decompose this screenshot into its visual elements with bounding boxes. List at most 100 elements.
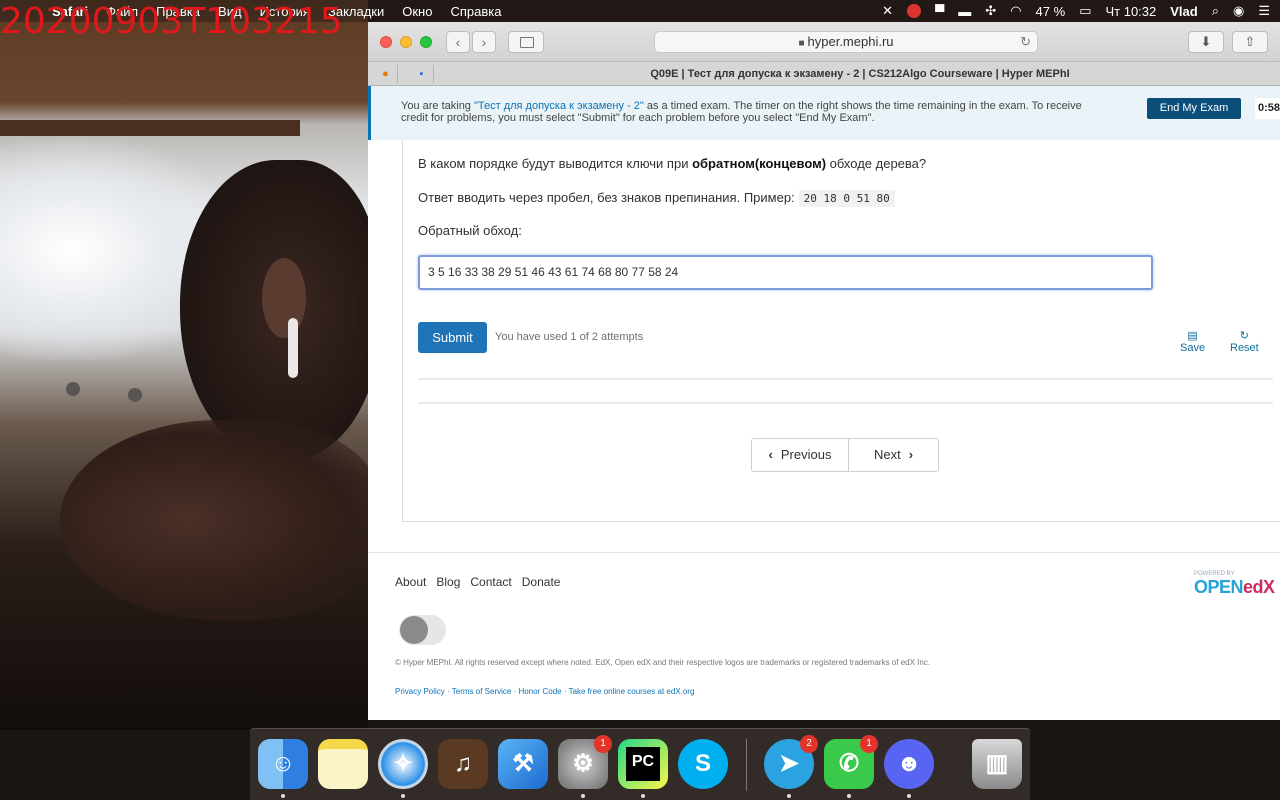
bluetooth-icon[interactable]: ✣: [985, 3, 996, 19]
notification-center-icon[interactable]: ☰: [1258, 3, 1270, 19]
pycharm-icon: PC: [626, 747, 660, 781]
save-icon: ▤: [1187, 330, 1198, 342]
question-text: В каком порядке будут выводится ключи пр…: [418, 156, 926, 171]
trash-icon: ▥: [985, 750, 1009, 777]
forward-button[interactable]: ›: [472, 31, 496, 53]
share-icon: ⇧: [1244, 34, 1256, 49]
webcam-person-hand: [60, 420, 368, 620]
flag-icon[interactable]: ▬: [958, 4, 971, 19]
end-my-exam-button[interactable]: End My Exam: [1147, 98, 1241, 119]
answer-input[interactable]: 3 5 16 33 38 29 51 46 43 61 74 68 80 77 …: [418, 255, 1153, 290]
footer-link-blog[interactable]: Blog: [436, 575, 460, 589]
pinned-tab-2[interactable]: ▪: [410, 65, 434, 83]
answer-label: Обратный обход:: [418, 223, 522, 238]
wifi-icon[interactable]: ◠: [1010, 3, 1021, 19]
battery-icon[interactable]: ▭: [1079, 3, 1091, 19]
exam-banner-prefix: You are taking: [401, 100, 474, 112]
exam-link[interactable]: "Тест для допуска к экзамену - 2": [474, 100, 644, 112]
running-indicator: [787, 794, 791, 798]
notes-icon: [318, 749, 368, 799]
save-button[interactable]: ▤ Save: [1180, 330, 1205, 354]
footer-legal-links: Privacy Policy · Terms of Service · Hono…: [395, 687, 695, 696]
siri-icon[interactable]: ◉: [1233, 3, 1244, 19]
previous-label: Previous: [780, 447, 832, 462]
openedx-logo: OPENedX: [1194, 577, 1275, 598]
recording-timestamp: 20200903T103215: [0, 1, 343, 42]
footer-link-contact[interactable]: Contact: [470, 575, 511, 589]
menu-clock[interactable]: Чт 10:32: [1105, 4, 1156, 19]
terms-of-service-link[interactable]: Terms of Service: [452, 687, 512, 696]
privacy-policy-link[interactable]: Privacy Policy: [395, 687, 445, 696]
finder-icon: ☺: [270, 750, 296, 777]
back-button[interactable]: ‹: [446, 31, 470, 53]
guitar-icon: ♫: [454, 750, 472, 777]
tools-icon[interactable]: ✕: [882, 3, 893, 19]
answer-format-hint: Ответ вводить через пробел, без знаков п…: [418, 190, 895, 207]
chevron-left-icon: ‹: [455, 34, 461, 50]
share-button[interactable]: ⇧: [1232, 31, 1268, 53]
footer-link-donate[interactable]: Donate: [522, 575, 561, 589]
spotlight-icon[interactable]: ⌕: [1212, 3, 1219, 19]
chevron-right-icon: ›: [908, 447, 914, 462]
reset-button[interactable]: ↻ Reset: [1230, 330, 1259, 354]
lock-icon: ■: [798, 38, 805, 49]
menu-item-help[interactable]: Справка: [450, 4, 501, 19]
powered-by-openedx-logo[interactable]: POWERED BY OPENedX: [1194, 571, 1275, 598]
footer-link-about[interactable]: About: [395, 575, 426, 589]
webcam-feed: [0, 0, 368, 730]
attempts-text: You have used 1 of 2 attempts: [495, 331, 644, 343]
previous-button[interactable]: ‹ Previous: [752, 439, 849, 471]
skype-icon: S: [694, 750, 711, 777]
edx-courses-link[interactable]: Take free online courses at edX.org: [569, 687, 695, 696]
minimize-window-button[interactable]: [400, 36, 412, 48]
logo-edx: edX: [1243, 577, 1275, 597]
exam-banner-message: You are taking "Тест для допуска к экзам…: [401, 100, 1101, 124]
url-text: hyper.mephi.ru: [807, 34, 894, 49]
dock-finder[interactable]: ☺: [258, 739, 308, 789]
zoom-window-button[interactable]: [420, 36, 432, 48]
hammer-icon: ⚒: [512, 750, 534, 777]
downloads-button[interactable]: ⬇: [1188, 31, 1224, 53]
honor-code-link[interactable]: Honor Code: [518, 687, 561, 696]
chevron-left-icon: ‹: [768, 447, 773, 462]
menu-user[interactable]: Vlad: [1170, 4, 1197, 19]
dock-skype[interactable]: S: [678, 739, 728, 789]
dock-telegram[interactable]: ➤ 2: [764, 735, 818, 789]
question-text-bold: обратном(концевом): [692, 156, 827, 171]
toggle-knob: [400, 616, 428, 644]
next-button[interactable]: Next ›: [849, 439, 938, 471]
dock-trash[interactable]: ▥: [972, 739, 1022, 789]
sidebar-toggle-button[interactable]: [508, 31, 544, 53]
webcam-object: [128, 388, 142, 402]
battery-percent[interactable]: 47 %: [1036, 4, 1066, 19]
dock-pycharm[interactable]: PC: [618, 739, 668, 789]
active-tab-title[interactable]: Q09E | Тест для допуска к экзамену - 2 |…: [440, 62, 1280, 86]
menu-item-window[interactable]: Окно: [402, 4, 432, 19]
running-indicator: [401, 794, 405, 798]
webcam-earbud: [288, 318, 298, 378]
dock-system-preferences[interactable]: ⚙ 1: [558, 735, 612, 789]
pinned-tab-1[interactable]: ●: [374, 65, 398, 83]
running-indicator: [847, 794, 851, 798]
running-indicator: [641, 794, 645, 798]
reload-icon[interactable]: ↻: [1020, 32, 1031, 52]
divider: [418, 402, 1273, 404]
hint-text: Ответ вводить через пробел, без знаков п…: [418, 190, 795, 205]
timed-exam-banner: You are taking "Тест для допуска к экзам…: [368, 86, 1280, 140]
dock-xcode[interactable]: ⚒: [498, 739, 548, 789]
dock-discord[interactable]: ☻: [884, 739, 934, 789]
reset-icon: ↻: [1239, 330, 1249, 342]
dock-garageband[interactable]: ♫: [438, 739, 488, 789]
download-icon: ⬇: [1200, 34, 1212, 49]
dock-notes[interactable]: [318, 739, 368, 789]
question-text-end: обходе дерева?: [826, 156, 927, 171]
message-icon[interactable]: ▀: [935, 4, 944, 19]
close-window-button[interactable]: [380, 36, 392, 48]
submit-button[interactable]: Submit: [418, 322, 487, 353]
dock-facetime[interactable]: ✆ 1: [824, 735, 878, 789]
dock: ☺ ✧ ♫ ⚒ ⚙ 1 PC S ➤ 2 ✆ 1 ☻ ▥: [250, 728, 1030, 800]
address-bar[interactable]: ■ hyper.mephi.ru ↻: [654, 31, 1038, 53]
recording-icon[interactable]: [907, 4, 922, 18]
dock-safari[interactable]: ✧: [378, 739, 428, 789]
theme-toggle[interactable]: [399, 615, 446, 645]
